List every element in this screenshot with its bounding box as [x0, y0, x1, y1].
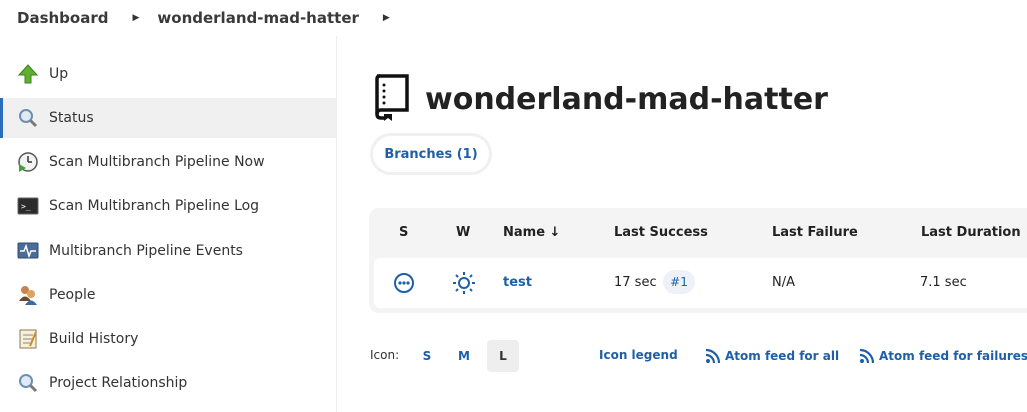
branches-table: S W Name ↓ Last Success Last Failure Las…	[369, 208, 1027, 313]
magnifier-icon	[17, 107, 39, 129]
atom-feed-all-label: Atom feed for all	[725, 349, 840, 363]
magnifier-icon	[17, 372, 39, 394]
last-duration-value: 7.1 sec	[920, 275, 967, 290]
terminal-icon: >_	[17, 195, 39, 217]
page-title: wonderland-mad-hatter	[425, 81, 828, 117]
sidebar-item-scan-now[interactable]: Scan Multibranch Pipeline Now	[0, 142, 336, 182]
sidebar-item-label: Scan Multibranch Pipeline Log	[49, 198, 260, 214]
sidebar: Up Status Scan Multibranch Pipeline Now …	[0, 36, 337, 412]
icon-size-m-button[interactable]: M	[448, 340, 480, 372]
table-row: test 17 sec #1 N/A 7.1 sec	[374, 258, 1027, 308]
atom-feed-failures-label: Atom feed for failures	[879, 349, 1027, 363]
table-footer: Icon: S M L Icon legend Atom feed for al…	[370, 340, 1027, 372]
breadcrumb-project[interactable]: wonderland-mad-hatter	[157, 9, 358, 27]
sidebar-item-up[interactable]: Up	[0, 54, 336, 94]
sidebar-item-label: Scan Multibranch Pipeline Now	[49, 154, 265, 170]
build-number-link[interactable]: #1	[663, 270, 695, 294]
up-arrow-icon	[17, 63, 39, 85]
branch-link[interactable]: test	[503, 275, 532, 290]
multibranch-folder-icon	[371, 73, 413, 125]
atom-feed-failures-link[interactable]: Atom feed for failures	[859, 348, 1027, 364]
atom-feed-all-link[interactable]: Atom feed for all	[705, 348, 839, 364]
status-pending-icon[interactable]	[393, 272, 415, 298]
rss-icon	[859, 348, 875, 364]
sidebar-item-label: Build History	[49, 331, 139, 347]
sidebar-item-scan-log[interactable]: >_ Scan Multibranch Pipeline Log	[0, 186, 336, 226]
sidebar-item-build-history[interactable]: Build History	[0, 319, 336, 359]
sidebar-item-status[interactable]: Status	[0, 98, 336, 138]
clock-play-icon	[17, 151, 39, 173]
sidebar-item-label: Up	[49, 66, 69, 82]
column-last-success[interactable]: Last Success	[614, 225, 708, 240]
people-icon	[17, 284, 39, 306]
column-status[interactable]: S	[399, 225, 408, 240]
last-failure-value: N/A	[772, 275, 795, 290]
sidebar-item-label: People	[49, 287, 96, 303]
icon-size-l-button[interactable]: L	[487, 340, 519, 372]
last-success-value: 17 sec	[614, 275, 657, 290]
column-weather[interactable]: W	[456, 225, 470, 240]
weather-sunny-icon[interactable]	[452, 271, 476, 299]
icon-size-s-button[interactable]: S	[411, 340, 443, 372]
sidebar-item-label: Multibranch Pipeline Events	[49, 243, 243, 259]
column-name[interactable]: Name ↓	[503, 225, 560, 240]
icon-legend-link[interactable]: Icon legend	[599, 348, 678, 362]
tab-branches[interactable]: Branches (1)	[370, 133, 492, 175]
column-last-failure[interactable]: Last Failure	[772, 225, 858, 240]
sidebar-item-project-relationship[interactable]: Project Relationship	[0, 363, 336, 403]
column-last-duration[interactable]: Last Duration	[921, 225, 1021, 240]
sidebar-item-people[interactable]: People	[0, 275, 336, 315]
sidebar-item-events[interactable]: Multibranch Pipeline Events	[0, 231, 336, 271]
breadcrumb-dashboard[interactable]: Dashboard	[17, 9, 108, 27]
table-header: S W Name ↓ Last Success Last Failure Las…	[369, 208, 1027, 258]
sidebar-item-label: Status	[49, 110, 94, 126]
chevron-right-icon[interactable]: ▶	[132, 13, 139, 23]
page-header: wonderland-mad-hatter	[371, 74, 828, 124]
monitor-pulse-icon	[17, 240, 39, 262]
svg-text:>_: >_	[21, 202, 31, 211]
sidebar-item-label: Project Relationship	[49, 375, 188, 391]
rss-icon	[705, 348, 721, 364]
icon-size-label: Icon:	[370, 348, 400, 362]
notepad-icon	[17, 328, 39, 350]
chevron-right-icon[interactable]: ▶	[383, 13, 390, 23]
breadcrumb: Dashboard ▶ wonderland-mad-hatter ▶	[0, 0, 1027, 36]
